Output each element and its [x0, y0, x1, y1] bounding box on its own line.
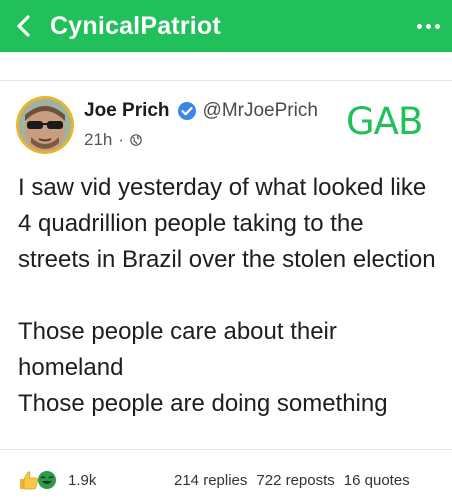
post-paragraph: Those people care about their homeland: [18, 318, 337, 381]
reaction-count: 1.9k: [68, 471, 97, 489]
chevron-left-icon: [17, 15, 30, 37]
spacer: [0, 52, 452, 80]
avatar-photo: [19, 99, 71, 151]
divider: [0, 449, 452, 450]
replies-count[interactable]: 214 replies: [174, 472, 247, 489]
post-paragraph: Those people are doing something: [18, 390, 388, 417]
post-meta: 21h ·: [84, 130, 142, 150]
gab-watermark: GAB: [346, 100, 423, 143]
avatar[interactable]: [16, 96, 74, 154]
author-name[interactable]: Joe Prich: [84, 100, 170, 122]
post-paragraph: I saw vid yesterday of what looked like …: [18, 174, 436, 273]
globe-icon: [130, 134, 142, 146]
divider: [0, 80, 452, 81]
page-title: CynicalPatriot: [50, 11, 221, 40]
post-time[interactable]: 21h: [84, 130, 112, 150]
quotes-count[interactable]: 16 quotes: [344, 472, 410, 489]
more-options-button[interactable]: [404, 0, 452, 52]
reactions-button[interactable]: 1.9k: [18, 470, 96, 490]
reposts-count[interactable]: 722 reposts: [256, 472, 334, 489]
post-body: I saw vid yesterday of what looked like …: [18, 170, 440, 422]
verified-badge-icon: [177, 102, 196, 120]
top-app-bar: CynicalPatriot: [0, 0, 452, 52]
meta-separator: ·: [118, 130, 125, 149]
author-handle[interactable]: @MrJoePrich: [203, 100, 318, 122]
more-dots-icon: [416, 23, 422, 29]
engagement-counts: 214 replies 722 reposts 16 quotes: [174, 472, 410, 489]
post-stats: 1.9k 214 replies 722 reposts 16 quotes: [0, 458, 452, 500]
back-button[interactable]: [0, 0, 46, 52]
laughing-emoji-icon: [38, 471, 56, 489]
